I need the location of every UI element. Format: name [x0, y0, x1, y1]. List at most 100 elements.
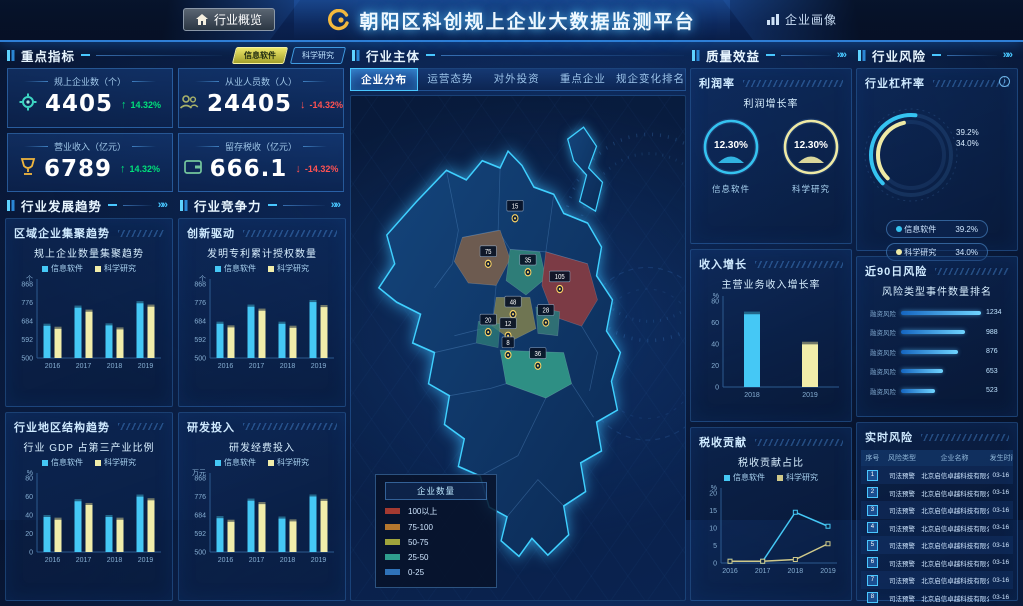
svg-text:684: 684: [21, 319, 33, 326]
svg-text:2019: 2019: [802, 392, 818, 399]
nav-industry-overview[interactable]: 行业概览: [183, 8, 275, 31]
kpi-value: 6789: [44, 158, 112, 181]
realtime-risk-card: 实时风险 序号 风险类型 企业名称 发生时间 1 司法预警北京启信卓越科技有限公…: [856, 422, 1018, 600]
kpi-card-2: 营业收入（亿元） 6789 ↑ 14.32%: [7, 133, 173, 193]
row-number-badge: 6: [867, 557, 878, 568]
svg-text:个: 个: [26, 275, 33, 283]
svg-text:776: 776: [21, 300, 33, 307]
table-row: 7 司法预警北京启信卓越科技有限公司03-16: [861, 571, 1013, 589]
chart-legend: 信息软件科学研究: [691, 472, 851, 483]
subcard-title: 税收贡献: [699, 434, 747, 450]
home-icon: [196, 14, 208, 25]
svg-text:2016: 2016: [218, 557, 234, 564]
hatch-decor: [933, 80, 1009, 87]
leverage-gauge: 39.2%34.0%: [857, 95, 1017, 213]
tab-4[interactable]: 规企变化排名: [616, 69, 685, 90]
nav-enterprise-profile[interactable]: 企业画像: [767, 8, 837, 31]
svg-text:105: 105: [555, 274, 565, 282]
tab-1[interactable]: 运营态势: [417, 69, 483, 90]
up-arrow-icon: ↑: [120, 163, 126, 175]
svg-text:12: 12: [505, 320, 512, 328]
legend-item: 信息软件: [42, 457, 83, 468]
map-legend-item: 50-75: [385, 538, 487, 547]
kpi-delta: 14.32%: [129, 164, 160, 174]
table-row: 6 司法预警北京启信卓越科技有限公司03-16: [861, 554, 1013, 572]
subcard-title: 实时风险: [865, 429, 913, 445]
platform-logo-icon: [327, 9, 349, 31]
hatch-decor: [243, 230, 337, 237]
rd-invest-card: 研发投入 研发经费投入 信息软件科学研究 500592684776868万元20…: [178, 412, 346, 601]
chart-legend: 信息软件科学研究: [6, 457, 172, 468]
chart-title: 规上企业数量集聚趋势: [6, 245, 172, 260]
svg-text:35: 35: [525, 257, 532, 265]
svg-text:8: 8: [506, 340, 510, 348]
svg-text:2019: 2019: [138, 557, 154, 564]
svg-text:5: 5: [713, 543, 717, 550]
left-column: 重点指标 信息软件科学研究 规上企业数（个） 4405 ↑ 14.32% 从业人…: [5, 44, 346, 601]
down-arrow-icon: ↓: [300, 99, 306, 111]
staff-count-icon: [179, 94, 199, 110]
map-legend-item: 0-25: [385, 568, 487, 577]
chart-title: 行业 GDP 占第三产业比例: [6, 439, 172, 454]
tax-contribution-card: 税收贡献 税收贡献占比 信息软件科学研究 05101520%2016201720…: [690, 427, 852, 600]
tab-3[interactable]: 重点企业: [550, 69, 616, 90]
leverage-pct: 34.0%: [956, 138, 979, 149]
industry-toggle-group: 信息软件科学研究: [234, 47, 344, 64]
expand-arrows-icon[interactable]: »»: [1003, 49, 1016, 61]
legend-item: 科学研究: [777, 472, 818, 483]
svg-text:36: 36: [535, 350, 542, 358]
leverage-legend-item: 信息软件39.2%: [886, 220, 988, 238]
cluster-trend-chart: 500592684776868个2016201720182019: [6, 275, 172, 371]
kpi-label: 规上企业数（个）: [8, 75, 172, 88]
subcard-title: 区域企业集聚趋势: [14, 225, 110, 241]
svg-text:40: 40: [711, 342, 719, 349]
risk-rank-row: 融资风险523: [857, 386, 1017, 396]
up-arrow-icon: ↑: [121, 99, 127, 111]
title-line: [283, 205, 325, 206]
legend-item: 科学研究: [268, 263, 309, 274]
hatch-decor: [755, 261, 843, 268]
subcard-title: 创新驱动: [187, 225, 235, 241]
row-number-badge: 8: [867, 592, 878, 603]
panel-title: 行业风险: [872, 46, 926, 65]
region-structure-card: 行业地区结构趋势 行业 GDP 占第三产业比例 信息软件科学研究 0204060…: [5, 412, 173, 601]
legend-item: 科学研究: [95, 263, 136, 274]
expand-arrows-icon[interactable]: »»: [837, 49, 850, 61]
kpi-card-3: 留存税收（亿元） 666.1 ↓ -14.32%: [178, 133, 344, 193]
hatch-decor: [755, 439, 843, 446]
industry-risk-panel: 行业风险 »» 行业杠杆率 i 39.2%34.0% 信息软件39.2% 科学研…: [856, 44, 1018, 601]
gdp-ratio-chart: 020406080%2016201720182019: [6, 469, 172, 565]
chart-legend: 信息软件科学研究: [179, 457, 345, 468]
info-icon[interactable]: i: [999, 76, 1010, 87]
tab-2[interactable]: 对外投资: [484, 69, 550, 90]
title-dash: [81, 54, 90, 56]
income-growth-chart: 020406080%20182019: [691, 292, 851, 400]
row-number-badge: 2: [867, 487, 878, 498]
svg-text:万元: 万元: [192, 469, 206, 477]
svg-text:2017: 2017: [76, 363, 92, 370]
kpi-value: 4405: [45, 93, 113, 116]
risk-rank-row: 融资风险988: [857, 327, 1017, 337]
hatch-decor: [243, 423, 337, 430]
tab-0[interactable]: 企业分布: [350, 68, 418, 91]
expand-arrows-icon[interactable]: »»: [331, 199, 344, 211]
subcard-title: 行业杠杆率: [865, 75, 925, 91]
industry-toggle-1[interactable]: 科学研究: [290, 47, 346, 64]
expand-arrows-icon[interactable]: »»: [158, 199, 171, 211]
svg-text:20: 20: [485, 317, 492, 325]
svg-text:%: %: [713, 293, 719, 300]
panel-title: 行业主体: [366, 46, 420, 65]
svg-text:2017: 2017: [249, 557, 265, 564]
industry-toggle-0[interactable]: 信息软件: [232, 47, 288, 64]
kpi-value: 666.1: [210, 158, 288, 181]
title-dash: [766, 54, 775, 56]
top-header-bar: 行业概览 朝阳区科创规上企业大数据监测平台 企业画像: [0, 0, 1023, 42]
kpi-label: 营业收入（亿元）: [8, 140, 172, 153]
panel-title: 行业发展趋势: [21, 196, 102, 215]
panel-title: 行业竞争力: [194, 196, 262, 215]
nav-right-label: 企业画像: [785, 11, 837, 28]
down-arrow-icon: ↓: [295, 163, 301, 175]
page-title: 朝阳区科创规上企业大数据监测平台: [359, 7, 695, 34]
title-line: [96, 55, 222, 56]
legend-item: 科学研究: [268, 457, 309, 468]
